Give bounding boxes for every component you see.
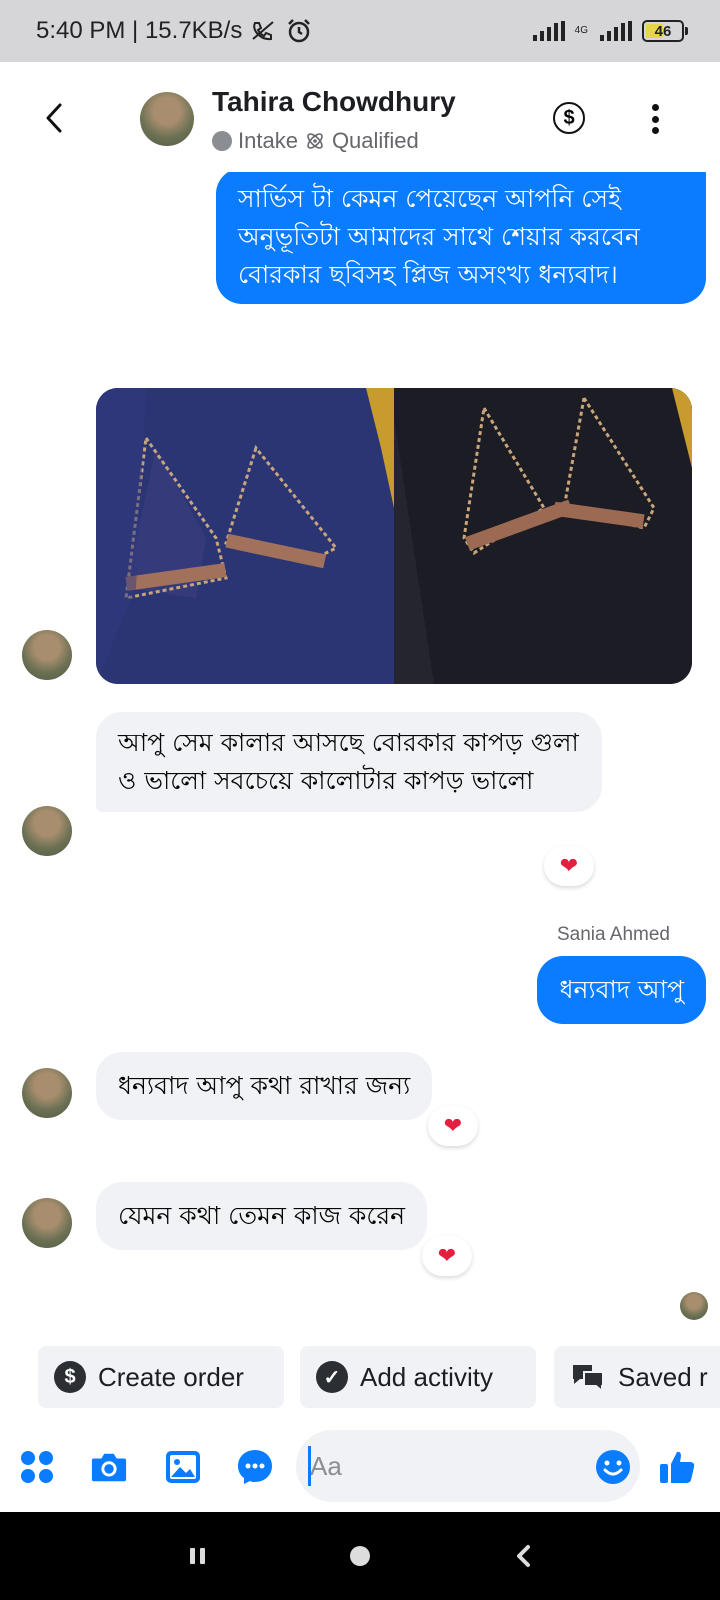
photo-blue-borka[interactable]: [96, 388, 394, 684]
recents-button[interactable]: [178, 1536, 218, 1576]
contact-name[interactable]: Tahira Chowdhury: [212, 86, 456, 118]
back-triangle-icon: [517, 1545, 530, 1567]
status-right: 4G 46: [532, 20, 688, 42]
camera-button[interactable]: [90, 1448, 128, 1486]
text-cursor: [308, 1446, 311, 1486]
status-bar: 5:40 PM | 15.7KB/s 4G 46: [0, 0, 720, 62]
photo-black-image: [394, 388, 692, 684]
saved-replies-button[interactable]: Saved r: [554, 1346, 720, 1408]
message-thread[interactable]: সার্ভিস টা কেমন পেয়েছেন আপনি সেই অনুভূত…: [0, 172, 720, 1322]
heart-reaction-icon[interactable]: ❤: [422, 1236, 472, 1276]
dollar-icon: $: [563, 106, 575, 129]
smiley-icon: [596, 1450, 630, 1484]
system-navigation-bar: [0, 1512, 720, 1600]
home-circle-icon: [350, 1546, 370, 1566]
status-dot-icon: [212, 131, 232, 151]
network-type: 4G: [574, 25, 588, 36]
status-icons: [250, 18, 312, 44]
photo-black-borka[interactable]: [394, 388, 692, 684]
create-order-label: Create order: [98, 1361, 244, 1392]
battery-level: 46: [654, 22, 672, 40]
camera-icon: [91, 1453, 127, 1482]
status-time: 5:40 PM | 15.7KB/s: [36, 17, 243, 44]
chat-bubble-icon: [238, 1450, 272, 1484]
heart-reaction-icon[interactable]: ❤: [544, 846, 594, 886]
message-composer: [0, 1428, 720, 1504]
seen-indicator-avatar: [680, 1292, 708, 1320]
messenger-chat-button[interactable]: [236, 1448, 274, 1486]
thumbs-up-icon: [660, 1451, 695, 1483]
tag-intake: Intake: [238, 128, 298, 153]
back-button[interactable]: [36, 96, 72, 140]
saved-replies-icon: [573, 1365, 604, 1392]
check-circle-icon: ✓: [316, 1361, 348, 1393]
contact-avatar[interactable]: [140, 92, 194, 146]
more-options-button[interactable]: [650, 104, 660, 134]
home-button[interactable]: [340, 1536, 380, 1576]
contact-avatar-small[interactable]: [22, 630, 72, 680]
like-button[interactable]: [658, 1448, 696, 1486]
recents-icon: [190, 1548, 205, 1564]
menu-grid-button[interactable]: [18, 1448, 56, 1486]
dollar-icon: $: [54, 1361, 86, 1393]
incoming-message[interactable]: ধন্যবাদ আপু কথা রাখার জন্য: [96, 1052, 433, 1120]
gallery-button[interactable]: [164, 1448, 202, 1486]
quick-actions-bar[interactable]: $ Create order ✓ Add activity Saved r: [0, 1346, 720, 1410]
signal-icon-2: [600, 21, 632, 41]
incoming-message[interactable]: আপু সেম কালার আসছে বোরকার কাপড় গুলা ও ভ…: [96, 712, 602, 812]
photo-blue-image: [96, 388, 394, 684]
conversation-header: Tahira Chowdhury Intake Qualified $: [0, 62, 720, 172]
system-back-button[interactable]: [504, 1536, 544, 1576]
outgoing-message[interactable]: সার্ভিস টা কেমন পেয়েছেন আপনি সেই অনুভূত…: [216, 172, 706, 304]
message-input[interactable]: [296, 1430, 640, 1502]
payment-button[interactable]: $: [553, 102, 585, 134]
emoji-button[interactable]: [594, 1448, 632, 1486]
incoming-message[interactable]: যেমন কথা তেমন কাজ করেন: [96, 1182, 428, 1250]
contact-labels[interactable]: Intake Qualified: [212, 128, 419, 154]
contact-avatar-small[interactable]: [22, 1198, 72, 1248]
sender-name: Sania Ahmed: [556, 924, 670, 945]
create-order-button[interactable]: $ Create order: [38, 1346, 284, 1408]
battery-icon: 46: [642, 20, 688, 42]
heart-reaction-icon[interactable]: ❤: [428, 1106, 478, 1146]
saved-replies-label: Saved r: [618, 1361, 708, 1392]
mute-call-icon: [252, 21, 274, 41]
contact-avatar-small[interactable]: [22, 1068, 72, 1118]
outgoing-message[interactable]: ধন্যবাদ আপু: [537, 956, 706, 1024]
signal-icon: [532, 21, 565, 41]
image-icon: [166, 1451, 200, 1483]
add-activity-button[interactable]: ✓ Add activity: [300, 1346, 536, 1408]
add-activity-label: Add activity: [360, 1361, 493, 1392]
tag-qualified: Qualified: [331, 128, 419, 153]
chevron-left-icon: [46, 103, 62, 133]
atom-icon: [307, 133, 323, 149]
alarm-icon: [288, 19, 311, 43]
contact-avatar-small[interactable]: [22, 806, 72, 856]
four-dots-icon: [21, 1451, 53, 1483]
